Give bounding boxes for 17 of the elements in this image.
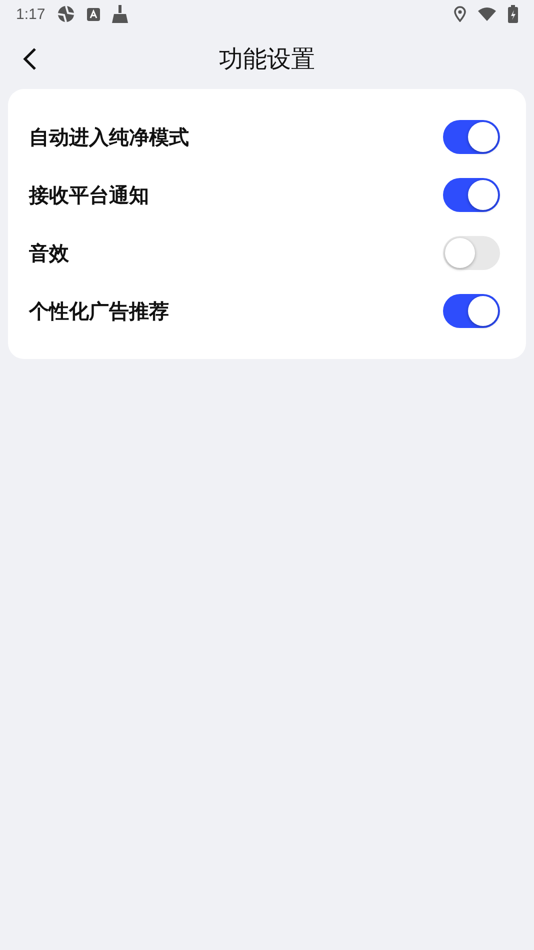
location-icon	[454, 6, 466, 22]
wifi-icon	[478, 7, 496, 21]
text-box-icon	[87, 8, 100, 20]
setting-label: 接收平台通知	[29, 182, 150, 208]
toggle-switch[interactable]	[443, 120, 500, 154]
back-icon[interactable]	[22, 47, 38, 71]
toggle-switch[interactable]	[443, 294, 500, 328]
aperture-icon	[57, 5, 76, 23]
battery-icon	[508, 5, 518, 23]
setting-label: 自动进入纯净模式	[29, 124, 190, 150]
status-time: 1:17	[16, 6, 46, 22]
toggle-switch[interactable]	[443, 178, 500, 212]
page-title: 功能设置	[219, 44, 315, 74]
setting-label: 音效	[29, 240, 70, 266]
setting-label: 个性化广告推荐	[29, 298, 170, 324]
toggle-switch[interactable]	[443, 236, 500, 270]
broom-icon	[112, 5, 128, 23]
